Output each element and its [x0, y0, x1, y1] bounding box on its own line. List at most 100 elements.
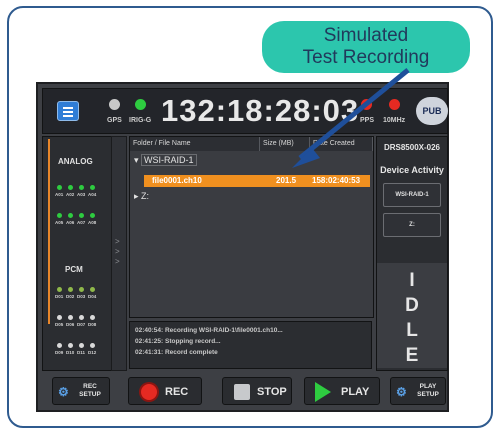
file-name: file0001.ch10	[152, 176, 202, 185]
channel-label: A03	[77, 192, 86, 197]
channel-led-icon	[90, 213, 95, 218]
model-label: DRS8500X-026	[383, 143, 441, 152]
analog-title: ANALOG	[58, 157, 93, 166]
callout-line-1: Simulated	[323, 25, 409, 46]
gear-icon: ⚙	[58, 385, 69, 399]
channel-label: A06	[66, 220, 75, 225]
bottom-toolbar: ⚙ REC SETUP REC STOP PLAY ⚙ PLAY SETUP	[42, 376, 446, 408]
status-letter: E	[405, 345, 419, 366]
channel-label: A07	[77, 220, 86, 225]
channel-label: A04	[88, 192, 97, 197]
stop-button[interactable]: STOP	[222, 377, 292, 405]
channel-label: D01	[55, 294, 64, 299]
channel-led-icon	[79, 213, 84, 218]
record-icon	[141, 384, 157, 400]
expand-arrows[interactable]: > > >	[111, 136, 127, 371]
channel-led-icon	[68, 315, 73, 320]
play-setup-line1: PLAY	[419, 383, 437, 390]
top-bar: GPS IRIG-G 132:18:28:03 PPS 10MHz PUB	[42, 88, 448, 134]
play-icon	[315, 382, 331, 402]
gear-icon: ⚙	[396, 385, 407, 399]
channel-label: D04	[88, 294, 97, 299]
channel-led-icon	[57, 185, 62, 190]
col-header-size[interactable]: Size (MB)	[260, 137, 310, 151]
channel-label: D09	[55, 350, 64, 355]
channel-led-icon	[79, 315, 84, 320]
channel-led-icon	[68, 185, 73, 190]
device-activity-title: Device Activity	[380, 165, 444, 175]
channel-panel: ANALOG PCM A01 A02 A03 A04 A05 A06 A07 A08 D01 D0…	[42, 136, 112, 371]
device-button-raid[interactable]: WSI-RAID-1	[383, 183, 441, 207]
status-display: IDLE	[377, 263, 447, 368]
recorder-window: GPS IRIG-G 132:18:28:03 PPS 10MHz PUB AN…	[36, 82, 449, 412]
device-panel: DRS8500X-026 Device Activity WSI-RAID-1 …	[376, 136, 448, 371]
device-button-z[interactable]: Z:	[383, 213, 441, 237]
10mhz-indicator-icon	[389, 99, 400, 110]
play-button[interactable]: PLAY	[304, 377, 380, 405]
play-label: PLAY	[341, 386, 370, 398]
pps-indicator-icon	[361, 99, 372, 110]
rec-setup-label: REC SETUP	[75, 383, 105, 399]
time-clock: 132:18:28:03	[161, 93, 360, 128]
expand-icon: ▸	[134, 191, 142, 201]
channel-label: A01	[55, 192, 64, 197]
channel-label: D06	[66, 322, 75, 327]
folder-z-label: Z:	[141, 191, 150, 201]
status-letter: L	[406, 320, 418, 341]
channel-led-icon	[57, 343, 62, 348]
col-header-name[interactable]: Folder / File Name	[130, 137, 260, 151]
play-setup-label: PLAY SETUP	[413, 383, 443, 399]
log-line: 02:41:25: Stopping record...	[135, 338, 221, 345]
10mhz-label: 10MHz	[383, 117, 406, 124]
channel-led-icon	[79, 343, 84, 348]
channel-label: D11	[77, 350, 86, 355]
stop-label: STOP	[257, 386, 287, 398]
irig-label: IRIG-G	[129, 117, 152, 124]
status-letter: D	[405, 295, 419, 316]
channel-led-icon	[90, 185, 95, 190]
channel-led-icon	[90, 315, 95, 320]
channel-label: A02	[66, 192, 75, 197]
callout-bubble: Simulated Test Recording	[262, 21, 470, 73]
file-size: 201.5	[276, 176, 297, 185]
channel-led-icon	[68, 287, 73, 292]
channel-label: A05	[55, 220, 64, 225]
play-setup-button[interactable]: ⚙ PLAY SETUP	[390, 377, 446, 405]
channel-led-icon	[68, 343, 73, 348]
irig-indicator-icon	[135, 99, 146, 110]
channel-label: A08	[88, 220, 97, 225]
channel-label: D03	[77, 294, 86, 299]
channel-label: D10	[66, 350, 75, 355]
folder-z[interactable]: ▸ Z:	[134, 191, 149, 202]
channel-led-icon	[57, 315, 62, 320]
channel-led-icon	[79, 185, 84, 190]
gps-indicator-icon	[109, 99, 120, 110]
rec-button[interactable]: REC	[128, 377, 202, 405]
pps-label: PPS	[360, 117, 375, 124]
collapse-icon: ▾	[134, 155, 142, 165]
channel-label: D07	[77, 322, 86, 327]
channel-label: D05	[55, 322, 64, 327]
channel-led-icon	[90, 287, 95, 292]
folder-raid[interactable]: ▾ WSI-RAID-1	[134, 154, 197, 166]
pcm-title: PCM	[65, 265, 83, 274]
channel-label: D02	[66, 294, 75, 299]
channel-led-icon	[79, 287, 84, 292]
rec-setup-line2: SETUP	[79, 391, 101, 398]
gps-label: GPS	[107, 117, 122, 124]
col-header-date[interactable]: Date Created	[310, 137, 373, 151]
file-row-selected[interactable]: file0001.ch10 201.5 158:02:40:53	[144, 175, 370, 187]
menu-button[interactable]	[57, 101, 79, 121]
pub-button[interactable]: PUB	[416, 97, 448, 125]
rec-setup-button[interactable]: ⚙ REC SETUP	[52, 377, 110, 405]
channel-led-icon	[90, 343, 95, 348]
file-browser: Folder / File Name Size (MB) Date Create…	[129, 136, 374, 318]
rec-label: REC	[165, 386, 189, 398]
log-line: 02:40:54: Recording WSI-RAID-1\file0001.…	[135, 327, 283, 334]
channel-led-icon	[57, 287, 62, 292]
status-letter: I	[409, 270, 415, 291]
channel-label: D08	[88, 322, 97, 327]
play-setup-line2: SETUP	[417, 391, 439, 398]
log-line: 02:41:31: Record complete	[135, 349, 218, 356]
status-bar	[48, 139, 50, 324]
